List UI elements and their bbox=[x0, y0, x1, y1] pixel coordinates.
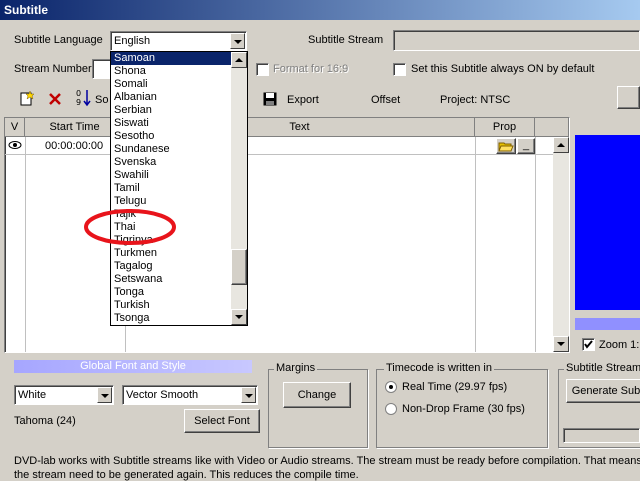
scroll-down-icon[interactable] bbox=[231, 309, 247, 325]
language-option[interactable]: Turkish bbox=[111, 299, 231, 312]
real-time-label[interactable]: Real Time (29.97 fps) bbox=[402, 381, 507, 393]
stream-group-label: Subtitle Stream bbox=[564, 362, 640, 374]
zoom-checkbox[interactable] bbox=[582, 338, 595, 351]
font-style-combo[interactable]: Vector Smooth bbox=[122, 385, 258, 405]
column-header-blank bbox=[535, 118, 569, 137]
stream-number-label: Stream Number: bbox=[14, 63, 95, 75]
scroll-up-icon[interactable] bbox=[553, 137, 569, 153]
language-option[interactable]: Siswati bbox=[111, 117, 231, 130]
language-option[interactable]: Tsonga bbox=[111, 312, 231, 325]
margins-group bbox=[268, 369, 368, 448]
zoom-label: Zoom 1: bbox=[599, 339, 640, 351]
timecode-label: Timecode is written in bbox=[384, 362, 494, 374]
font-color-combo[interactable]: White bbox=[14, 385, 114, 405]
minimize-row-button[interactable]: _ bbox=[517, 138, 535, 154]
export-label[interactable]: Export bbox=[287, 94, 319, 106]
font-section-header: Global Font and Style bbox=[14, 360, 252, 373]
always-on-label: Set this Subtitle always ON by default bbox=[411, 63, 595, 75]
generate-button[interactable]: Generate Sub bbox=[566, 379, 640, 403]
chevron-down-icon[interactable] bbox=[241, 387, 256, 403]
column-header-v[interactable]: V bbox=[5, 118, 25, 137]
language-option[interactable]: Sundanese bbox=[111, 143, 231, 156]
scroll-up-icon[interactable] bbox=[231, 52, 247, 68]
language-option[interactable]: Tamil bbox=[111, 182, 231, 195]
stream-number-field[interactable] bbox=[92, 59, 112, 79]
svg-text:9: 9 bbox=[76, 98, 81, 107]
dropdown-scrollbar[interactable] bbox=[231, 52, 247, 325]
real-time-radio[interactable] bbox=[385, 381, 397, 393]
font-name: Tahoma (24) bbox=[14, 415, 76, 427]
language-option[interactable]: Setswana bbox=[111, 273, 231, 286]
language-option[interactable]: Albanian bbox=[111, 91, 231, 104]
stream-field[interactable] bbox=[393, 30, 640, 51]
language-option[interactable]: Sesotho bbox=[111, 130, 231, 143]
language-dropdown-list[interactable]: Samoan Shona Somali Albanian Serbian Siswati S… bbox=[110, 51, 248, 326]
scroll-down-icon[interactable] bbox=[553, 336, 569, 352]
change-button[interactable]: Change bbox=[283, 382, 351, 408]
language-option[interactable]: Tonga bbox=[111, 286, 231, 299]
offset-label[interactable]: Offset bbox=[371, 94, 400, 106]
select-font-button[interactable]: Select Font bbox=[184, 409, 260, 433]
preview-area bbox=[575, 135, 640, 310]
open-folder-icon[interactable] bbox=[496, 138, 516, 154]
language-option[interactable]: Somali bbox=[111, 78, 231, 91]
grid-scrollbar[interactable] bbox=[553, 137, 569, 352]
language-option[interactable]: Serbian bbox=[111, 104, 231, 117]
column-header-prop[interactable]: Prop bbox=[475, 118, 535, 137]
window-title: Subtitle bbox=[0, 0, 640, 20]
svg-text:0: 0 bbox=[76, 89, 81, 98]
language-option[interactable]: Samoan bbox=[111, 52, 231, 65]
delete-icon[interactable] bbox=[47, 91, 63, 107]
table-row[interactable]: 00:00:00:00 _ bbox=[5, 137, 553, 155]
language-combo[interactable]: English bbox=[110, 31, 247, 51]
language-option[interactable]: Svenska bbox=[111, 156, 231, 169]
language-option[interactable]: Tagalog bbox=[111, 260, 231, 273]
highlight-circle bbox=[84, 209, 176, 245]
language-options[interactable]: Samoan Shona Somali Albanian Serbian Siswati S… bbox=[111, 52, 231, 325]
info-line-2: the stream need to be generated again. T… bbox=[14, 469, 359, 481]
margins-label: Margins bbox=[274, 362, 318, 374]
language-option[interactable]: Turkmen bbox=[111, 247, 231, 260]
project-label: Project: NTSC bbox=[440, 94, 511, 106]
drop-frame-radio[interactable] bbox=[385, 403, 397, 415]
language-label: Subtitle Language bbox=[14, 34, 103, 46]
generate-progress bbox=[563, 428, 640, 443]
format-169-checkbox[interactable] bbox=[256, 63, 269, 76]
toolbar-right-button[interactable] bbox=[617, 86, 640, 109]
eye-icon[interactable] bbox=[8, 140, 22, 150]
stream-label: Subtitle Stream bbox=[308, 34, 384, 46]
row-start-time[interactable]: 00:00:00:00 bbox=[45, 140, 103, 152]
format-169-label: Format for 16:9 bbox=[273, 63, 349, 75]
drop-frame-label[interactable]: Non-Drop Frame (30 fps) bbox=[402, 403, 525, 415]
sort-label[interactable]: So bbox=[95, 94, 108, 106]
language-option[interactable]: Shona bbox=[111, 65, 231, 78]
preview-progress bbox=[575, 318, 640, 330]
new-subtitle-icon[interactable] bbox=[18, 90, 35, 107]
info-line-1: DVD-lab works with Subtitle streams like… bbox=[14, 455, 640, 467]
scroll-thumb[interactable] bbox=[231, 249, 247, 285]
chevron-down-icon[interactable] bbox=[230, 33, 245, 49]
always-on-checkbox[interactable] bbox=[393, 63, 406, 76]
language-value: English bbox=[114, 35, 151, 47]
save-icon[interactable] bbox=[263, 92, 277, 106]
chevron-down-icon[interactable] bbox=[97, 387, 112, 403]
sort-icon[interactable]: 09 bbox=[76, 88, 92, 108]
language-option[interactable]: Swahili bbox=[111, 169, 231, 182]
